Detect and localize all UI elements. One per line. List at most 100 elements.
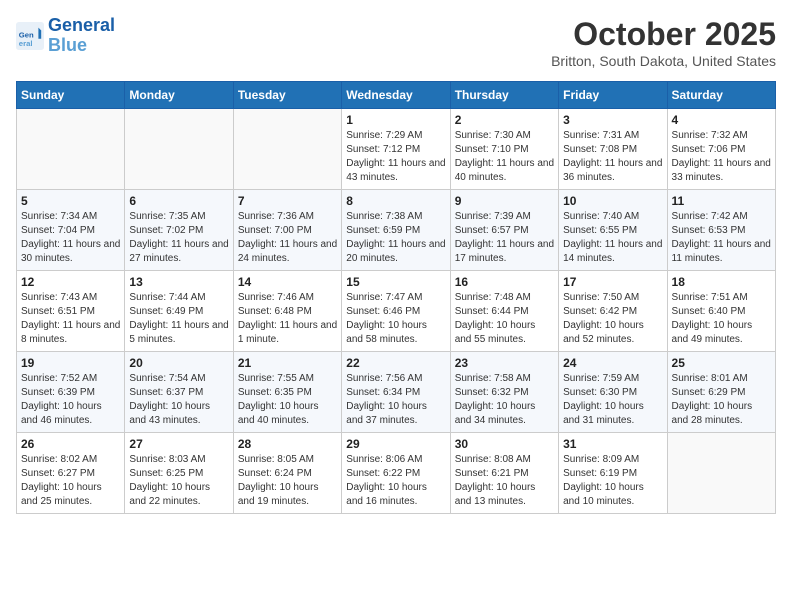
- calendar-cell: 11 Sunrise: 7:42 AM Sunset: 6:53 PM Dayli…: [667, 190, 775, 271]
- day-info: Sunrise: 8:03 AM Sunset: 6:25 PM Dayligh…: [129, 453, 228, 509]
- calendar-cell: 6 Sunrise: 7:35 AM Sunset: 7:02 PM Daylig…: [125, 190, 233, 271]
- day-number: 25: [672, 356, 771, 370]
- calendar-cell: 20 Sunrise: 7:54 AM Sunset: 6:37 PM Dayli…: [125, 352, 233, 433]
- calendar-cell: 27 Sunrise: 8:03 AM Sunset: 6:25 PM Dayli…: [125, 433, 233, 514]
- calendar-cell: 29Sunrise: 8:06 AM Sunset: 6:22 PM Dayli…: [342, 433, 450, 514]
- calendar-cell: 3Sunrise: 7:31 AM Sunset: 7:08 PM Daylig…: [559, 109, 667, 190]
- calendar-cell: 9 Sunrise: 7:39 AM Sunset: 6:57 PM Daylig…: [450, 190, 558, 271]
- calendar-cell: 4 Sunrise: 7:32 AM Sunset: 7:06 PM Daylig…: [667, 109, 775, 190]
- day-info: Sunrise: 7:35 AM Sunset: 7:02 PM Dayligh…: [129, 210, 228, 266]
- title-block: October 2025 Britton, South Dakota, Unit…: [551, 16, 776, 69]
- day-info: Sunrise: 7:51 AM Sunset: 6:40 PM Dayligh…: [672, 291, 771, 347]
- day-number: 7: [238, 194, 337, 208]
- calendar-cell: 2 Sunrise: 7:30 AM Sunset: 7:10 PM Daylig…: [450, 109, 558, 190]
- day-number: 4: [672, 113, 771, 127]
- calendar-cell: 17 Sunrise: 7:50 AM Sunset: 6:42 PM Dayli…: [559, 271, 667, 352]
- calendar-cell: 22 Sunrise: 7:56 AM Sunset: 6:34 PM Dayli…: [342, 352, 450, 433]
- day-number: 22: [346, 356, 445, 370]
- calendar-week-row: 1 Sunrise: 7:29 AM Sunset: 7:12 PM Daylig…: [17, 109, 776, 190]
- day-info: Sunrise: 7:56 AM Sunset: 6:34 PM Dayligh…: [346, 372, 445, 428]
- calendar-header-tuesday: Tuesday: [233, 82, 341, 109]
- day-number: 3: [563, 113, 662, 127]
- day-info: Sunrise: 7:43 AM Sunset: 6:51 PM Dayligh…: [21, 291, 120, 347]
- calendar-header-row: SundayMondayTuesdayWednesdayThursdayFrid…: [17, 82, 776, 109]
- day-number: 23: [455, 356, 554, 370]
- calendar-cell: 28 Sunrise: 8:05 AM Sunset: 6:24 PM Dayli…: [233, 433, 341, 514]
- calendar-cell: 23 Sunrise: 7:58 AM Sunset: 6:32 PM Dayli…: [450, 352, 558, 433]
- calendar-cell: [17, 109, 125, 190]
- day-number: 11: [672, 194, 771, 208]
- day-info: Sunrise: 7:52 AM Sunset: 6:39 PM Dayligh…: [21, 372, 120, 428]
- day-info: Sunrise: 7:40 AM Sunset: 6:55 PM Dayligh…: [563, 210, 662, 266]
- day-info: Sunrise: 7:46 AM Sunset: 6:48 PM Dayligh…: [238, 291, 337, 347]
- calendar-week-row: 5 Sunrise: 7:34 AM Sunset: 7:04 PM Daylig…: [17, 190, 776, 271]
- day-info: Sunrise: 7:30 AM Sunset: 7:10 PM Dayligh…: [455, 129, 554, 185]
- day-info: Sunrise: 7:50 AM Sunset: 6:42 PM Dayligh…: [563, 291, 662, 347]
- day-info: Sunrise: 7:58 AM Sunset: 6:32 PM Dayligh…: [455, 372, 554, 428]
- calendar-cell: 16 Sunrise: 7:48 AM Sunset: 6:44 PM Dayli…: [450, 271, 558, 352]
- calendar-header-sunday: Sunday: [17, 82, 125, 109]
- calendar-cell: 7 Sunrise: 7:36 AM Sunset: 7:00 PM Daylig…: [233, 190, 341, 271]
- day-info: Sunrise: 7:38 AM Sunset: 6:59 PM Dayligh…: [346, 210, 445, 266]
- day-info: Sunrise: 8:05 AM Sunset: 6:24 PM Dayligh…: [238, 453, 337, 509]
- day-info: Sunrise: 7:34 AM Sunset: 7:04 PM Dayligh…: [21, 210, 120, 266]
- day-info: Sunrise: 7:54 AM Sunset: 6:37 PM Dayligh…: [129, 372, 228, 428]
- day-info: Sunrise: 7:36 AM Sunset: 7:00 PM Dayligh…: [238, 210, 337, 266]
- day-number: 20: [129, 356, 228, 370]
- day-number: 8: [346, 194, 445, 208]
- day-number: 12: [21, 275, 120, 289]
- day-number: 6: [129, 194, 228, 208]
- calendar-cell: 8 Sunrise: 7:38 AM Sunset: 6:59 PM Daylig…: [342, 190, 450, 271]
- day-info: Sunrise: 8:01 AM Sunset: 6:29 PM Dayligh…: [672, 372, 771, 428]
- calendar-cell: 15Sunrise: 7:47 AM Sunset: 6:46 PM Dayli…: [342, 271, 450, 352]
- day-number: 17: [563, 275, 662, 289]
- day-number: 27: [129, 437, 228, 451]
- day-number: 28: [238, 437, 337, 451]
- calendar-cell: 5 Sunrise: 7:34 AM Sunset: 7:04 PM Daylig…: [17, 190, 125, 271]
- calendar-cell: 31 Sunrise: 8:09 AM Sunset: 6:19 PM Dayli…: [559, 433, 667, 514]
- day-info: Sunrise: 7:32 AM Sunset: 7:06 PM Dayligh…: [672, 129, 771, 185]
- day-number: 19: [21, 356, 120, 370]
- calendar-cell: 24 Sunrise: 7:59 AM Sunset: 6:30 PM Dayli…: [559, 352, 667, 433]
- calendar-header-monday: Monday: [125, 82, 233, 109]
- day-number: 29: [346, 437, 445, 451]
- day-number: 18: [672, 275, 771, 289]
- day-info: Sunrise: 7:42 AM Sunset: 6:53 PM Dayligh…: [672, 210, 771, 266]
- calendar-cell: 18 Sunrise: 7:51 AM Sunset: 6:40 PM Dayli…: [667, 271, 775, 352]
- calendar-cell: 10 Sunrise: 7:40 AM Sunset: 6:55 PM Dayli…: [559, 190, 667, 271]
- day-info: Sunrise: 7:29 AM Sunset: 7:12 PM Dayligh…: [346, 129, 445, 185]
- day-number: 9: [455, 194, 554, 208]
- day-number: 10: [563, 194, 662, 208]
- day-info: Sunrise: 7:48 AM Sunset: 6:44 PM Dayligh…: [455, 291, 554, 347]
- calendar-cell: [233, 109, 341, 190]
- day-info: Sunrise: 8:09 AM Sunset: 6:19 PM Dayligh…: [563, 453, 662, 509]
- page-header: Gen eral General Blue October 2025 Britt…: [16, 16, 776, 69]
- logo: Gen eral General Blue: [16, 16, 115, 56]
- day-info: Sunrise: 7:47 AM Sunset: 6:46 PM Dayligh…: [346, 291, 445, 347]
- day-number: 24: [563, 356, 662, 370]
- calendar-cell: 12 Sunrise: 7:43 AM Sunset: 6:51 PM Dayli…: [17, 271, 125, 352]
- calendar-header-saturday: Saturday: [667, 82, 775, 109]
- day-info: Sunrise: 7:59 AM Sunset: 6:30 PM Dayligh…: [563, 372, 662, 428]
- day-number: 16: [455, 275, 554, 289]
- calendar-cell: 25 Sunrise: 8:01 AM Sunset: 6:29 PM Dayli…: [667, 352, 775, 433]
- logo-icon: Gen eral: [16, 22, 44, 50]
- calendar-cell: [125, 109, 233, 190]
- calendar-cell: 19 Sunrise: 7:52 AM Sunset: 6:39 PM Dayli…: [17, 352, 125, 433]
- day-number: 5: [21, 194, 120, 208]
- location: Britton, South Dakota, United States: [551, 53, 776, 69]
- calendar-cell: 1 Sunrise: 7:29 AM Sunset: 7:12 PM Daylig…: [342, 109, 450, 190]
- day-number: 1: [346, 113, 445, 127]
- calendar-cell: 30Sunrise: 8:08 AM Sunset: 6:21 PM Dayli…: [450, 433, 558, 514]
- day-number: 31: [563, 437, 662, 451]
- logo-text: General Blue: [48, 16, 115, 56]
- day-number: 30: [455, 437, 554, 451]
- calendar-table: SundayMondayTuesdayWednesdayThursdayFrid…: [16, 81, 776, 514]
- calendar-week-row: 26Sunrise: 8:02 AM Sunset: 6:27 PM Dayli…: [17, 433, 776, 514]
- day-number: 14: [238, 275, 337, 289]
- calendar-week-row: 12 Sunrise: 7:43 AM Sunset: 6:51 PM Dayli…: [17, 271, 776, 352]
- day-info: Sunrise: 8:02 AM Sunset: 6:27 PM Dayligh…: [21, 453, 120, 509]
- calendar-cell: 14 Sunrise: 7:46 AM Sunset: 6:48 PM Dayli…: [233, 271, 341, 352]
- day-number: 2: [455, 113, 554, 127]
- day-info: Sunrise: 7:39 AM Sunset: 6:57 PM Dayligh…: [455, 210, 554, 266]
